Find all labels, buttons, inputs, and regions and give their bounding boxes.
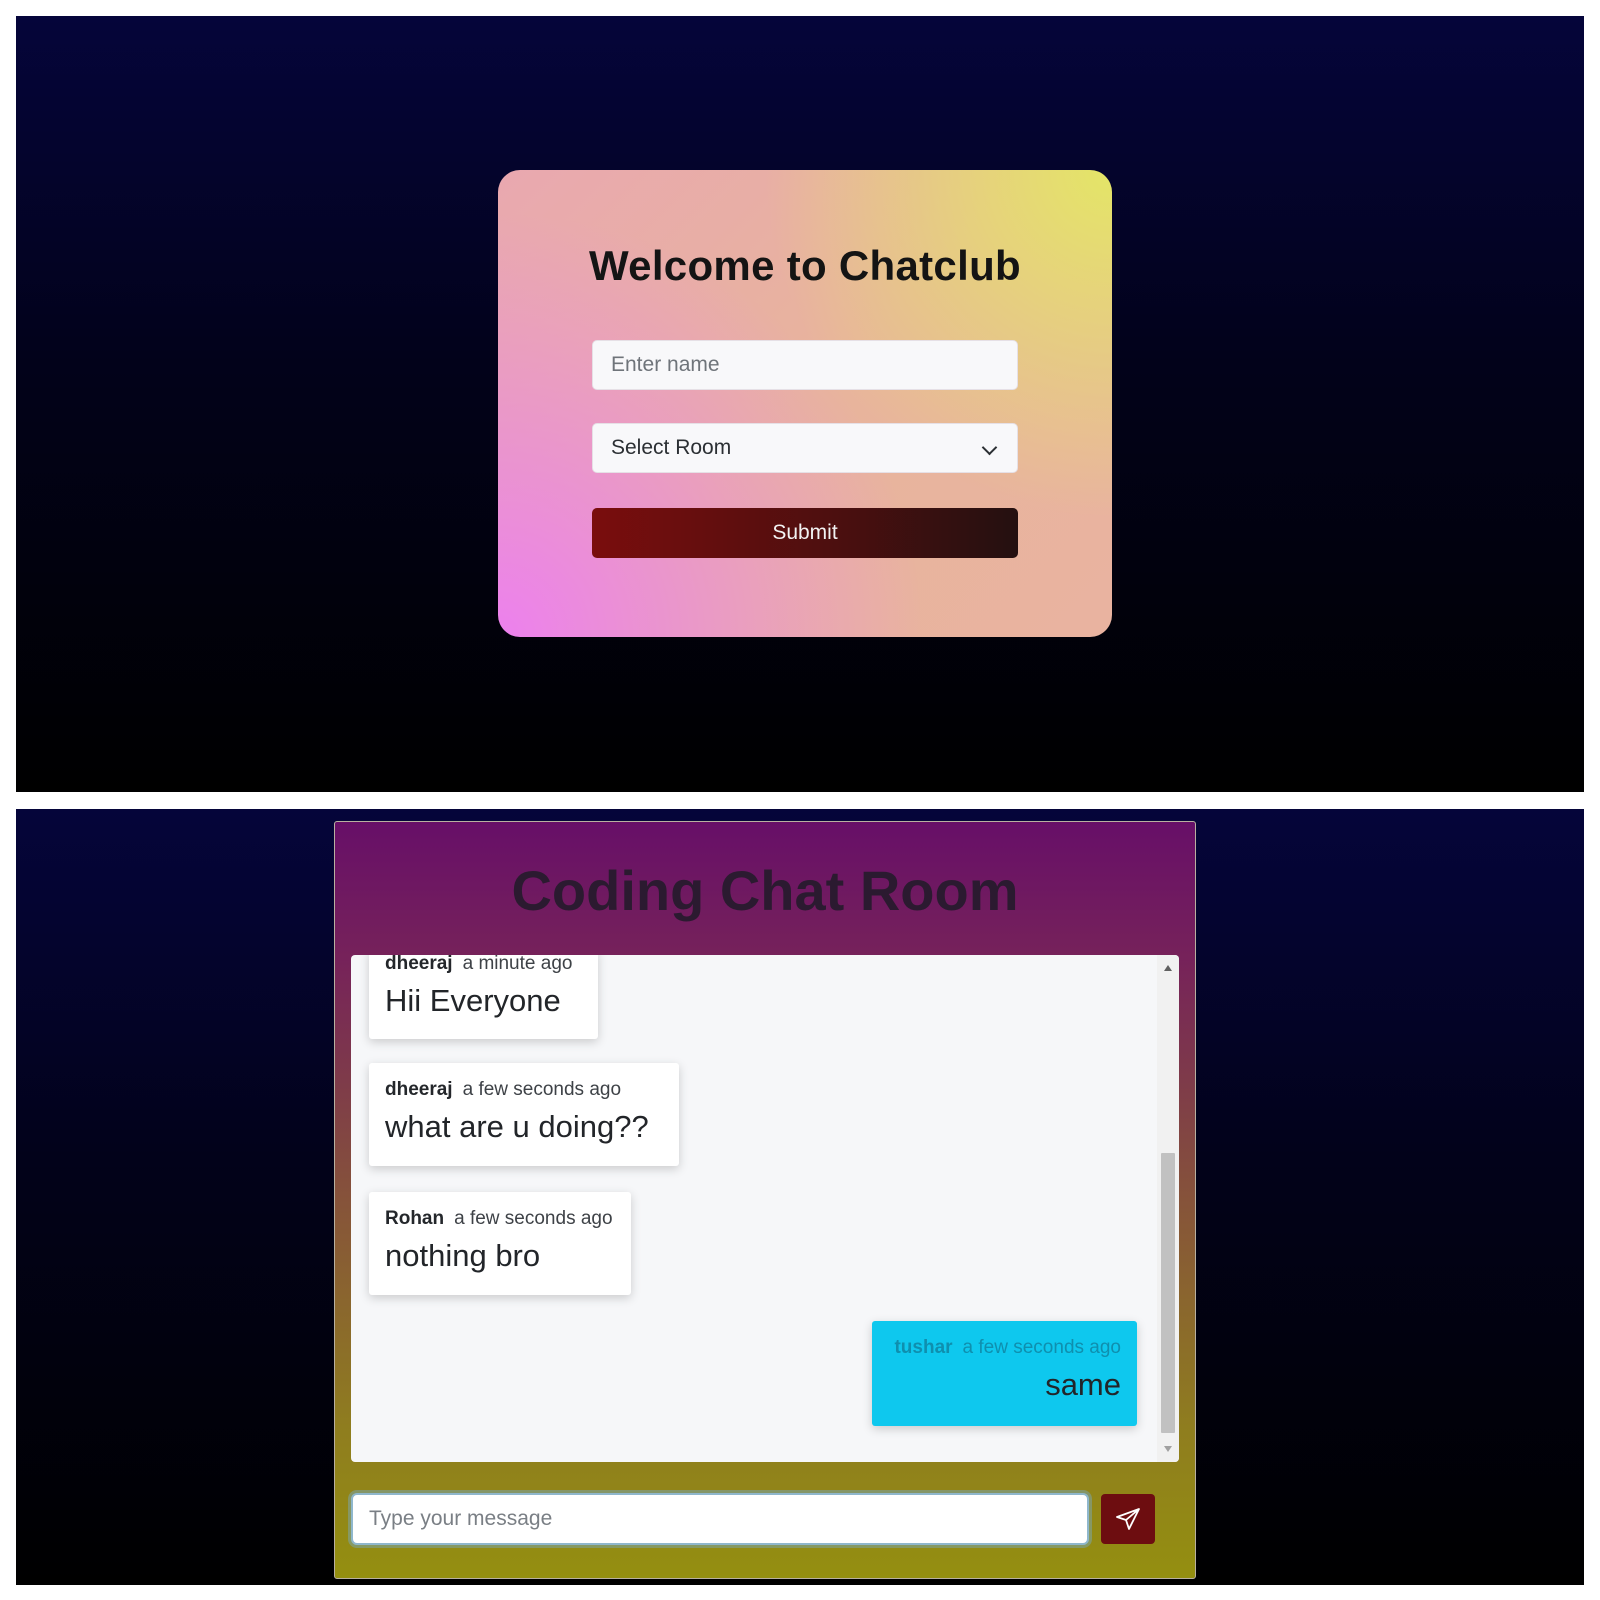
message-meta: dheeraj a few seconds ago (385, 1079, 663, 1101)
message-user: dheeraj (385, 955, 453, 974)
login-title: Welcome to Chatclub (589, 242, 1021, 289)
send-button[interactable] (1101, 1494, 1155, 1544)
message-time: a few seconds ago (962, 1337, 1121, 1358)
room-title: Coding Chat Room (511, 859, 1019, 922)
message-time: a few seconds ago (462, 1079, 622, 1100)
message-text: what are u doing?? (385, 1109, 649, 1144)
message-list[interactable]: dheeraj a minute ago Hii Everyone dheeraj… (351, 955, 1179, 1462)
message-bubble-self: tushar a few seconds ago same (872, 1321, 1137, 1426)
message-time: a few seconds ago (454, 1208, 613, 1229)
message-text: nothing bro (385, 1238, 541, 1273)
chat-screen: Coding Chat Room dheeraj a minute ago Hii… (16, 809, 1584, 1585)
login-card: Welcome to Chatclub Select Room Submit (498, 170, 1112, 637)
scroll-down-arrow-icon[interactable] (1164, 1446, 1172, 1452)
message-input[interactable] (351, 1493, 1089, 1545)
message-user: Rohan (385, 1208, 445, 1229)
message-time: a minute ago (462, 955, 573, 974)
login-screen: Welcome to Chatclub Select Room Submit (16, 16, 1584, 792)
name-input[interactable] (592, 340, 1018, 390)
message-scrollbar[interactable] (1157, 955, 1179, 1462)
chat-card: Coding Chat Room dheeraj a minute ago Hii… (334, 821, 1196, 1579)
submit-button[interactable]: Submit (592, 508, 1018, 558)
message-user: tushar (894, 1337, 953, 1358)
room-select[interactable]: Select Room (592, 423, 1018, 473)
scrollbar-thumb[interactable] (1161, 1153, 1175, 1433)
message-user: dheeraj (385, 1079, 453, 1100)
message-meta: tushar a few seconds ago (888, 1337, 1121, 1359)
message-meta: Rohan a few seconds ago (385, 1208, 615, 1230)
scroll-up-arrow-icon[interactable] (1164, 965, 1172, 971)
message-bubble: dheeraj a few seconds ago what are u doin… (369, 1063, 679, 1166)
message-meta: dheeraj a minute ago (385, 955, 582, 975)
chevron-down-icon (981, 439, 998, 456)
message-bubble: dheeraj a minute ago Hii Everyone (369, 955, 598, 1039)
message-text: same (1045, 1367, 1121, 1402)
message-text: Hii Everyone (385, 983, 561, 1018)
room-select-value: Select Room (611, 436, 732, 459)
send-icon (1116, 1508, 1140, 1530)
message-bubble: Rohan a few seconds ago nothing bro (369, 1192, 631, 1295)
